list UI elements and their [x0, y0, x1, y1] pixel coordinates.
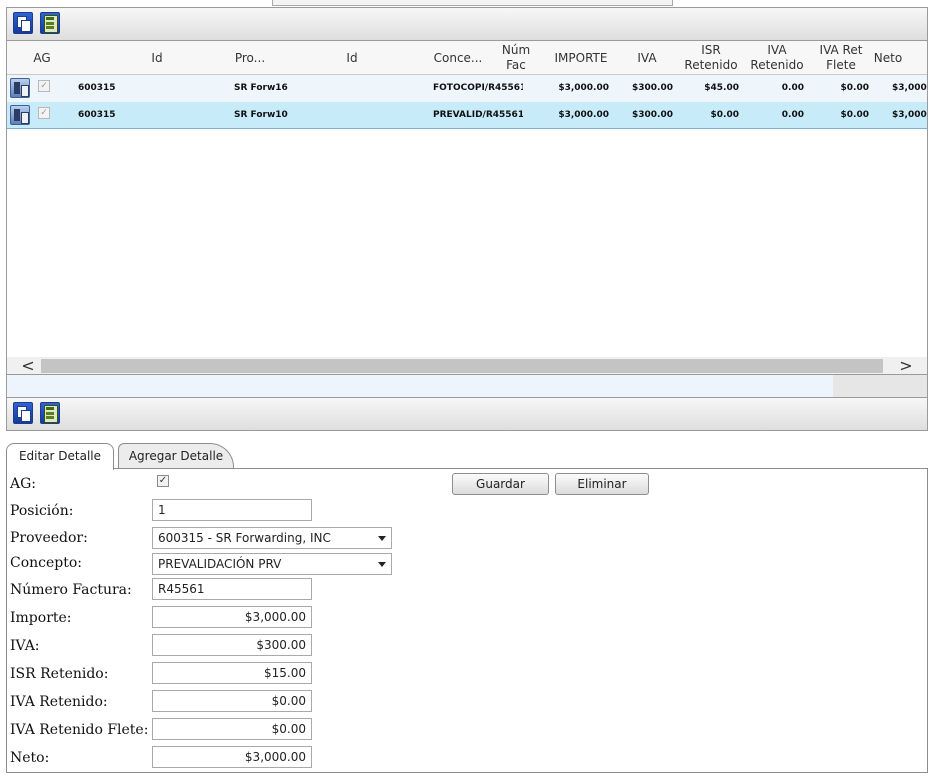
concepto-select-value: PREVALIDACIÓN PRV: [158, 557, 282, 571]
iva-retenido-flete-label: IVA Retenido Flete:: [10, 722, 149, 738]
cell-iva: $300.00: [632, 110, 673, 120]
cell-proveedor: SR Forw16: [234, 83, 288, 93]
copy-icon[interactable]: [13, 12, 33, 34]
col-header-isr-retenido[interactable]: ISR Retenido: [681, 41, 741, 75]
importe-label: Importe:: [10, 610, 72, 626]
eliminar-button[interactable]: Eliminar: [555, 473, 649, 495]
table-row[interactable]: ✓ 600315 SR Forw16 FOTOCOPI/R45561 $3,00…: [7, 75, 927, 102]
scrollbar-thumb[interactable]: [41, 359, 883, 373]
isr-retenido-label: ISR Retenido:: [10, 666, 109, 682]
col-header-iva-ret-flete[interactable]: IVA Ret Flete: [813, 41, 869, 75]
iva-retenido-field[interactable]: $0.00: [152, 690, 312, 712]
copy-icon[interactable]: [13, 402, 33, 424]
calculator-icon[interactable]: [40, 402, 60, 424]
iva-label: IVA:: [10, 638, 40, 654]
col-header-id[interactable]: Id: [127, 41, 187, 75]
scroll-left-icon[interactable]: <: [17, 357, 39, 375]
cell-id: 600315: [78, 110, 116, 120]
cell-concepto: FOTOCOPI/R45561: [433, 83, 523, 93]
tab-editar-detalle[interactable]: Editar Detalle: [6, 443, 114, 470]
concepto-label: Concepto:: [10, 555, 83, 571]
numero-factura-field[interactable]: R45561: [152, 578, 312, 600]
cell-id: 600315: [78, 83, 116, 93]
grid-toolbar-top: [6, 7, 928, 41]
col-header-ag[interactable]: AG: [21, 41, 63, 75]
vehicle-detail-icon[interactable]: [10, 105, 30, 125]
grid-footer-strip: [6, 375, 928, 397]
proveedor-select[interactable]: 600315 - SR Forwarding, INC: [152, 527, 392, 549]
importe-field[interactable]: $3,000.00: [152, 606, 312, 628]
tab-agregar-detalle[interactable]: Agregar Detalle: [118, 443, 234, 469]
grid-header: AG Id Pro... Id Conce... Núm Fac IMPORTE…: [7, 41, 927, 75]
iva-retenido-flete-field[interactable]: $0.00: [152, 718, 312, 740]
chevron-down-icon: [378, 536, 386, 541]
detail-tabs: Editar Detalle Agregar Detalle: [6, 443, 928, 470]
proveedor-label: Proveedor:: [10, 530, 88, 546]
cell-iva-ret-flete: $0.00: [840, 83, 869, 93]
guardar-button[interactable]: Guardar: [452, 473, 549, 495]
numero-factura-label: Número Factura:: [10, 582, 132, 598]
cell-iva-ret-flete: $0.00: [840, 110, 869, 120]
ag-checkbox[interactable]: ✓: [38, 80, 50, 92]
chevron-down-icon: [378, 562, 386, 567]
cell-proveedor: SR Forw10: [234, 110, 288, 120]
detail-grid: AG Id Pro... Id Conce... Núm Fac IMPORTE…: [6, 41, 928, 375]
cell-importe: $3,000.00: [558, 83, 609, 93]
cell-iva: $300.00: [632, 83, 673, 93]
calculator-icon[interactable]: [40, 12, 60, 34]
cell-iva-retenido: 0.00: [781, 110, 804, 120]
cell-isr-retenido: $45.00: [704, 83, 739, 93]
col-header-proveedor[interactable]: Pro...: [217, 41, 283, 75]
iva-field[interactable]: $300.00: [152, 634, 312, 656]
table-row-selected[interactable]: ✓ 600315 SR Forw10 PREVALID/R45561 $3,00…: [7, 102, 927, 129]
cell-neto: $3,000.0: [892, 110, 927, 120]
iva-retenido-label: IVA Retenido:: [10, 694, 108, 710]
proveedor-select-value: 600315 - SR Forwarding, INC: [158, 531, 331, 545]
col-header-importe[interactable]: IMPORTE: [545, 41, 617, 75]
neto-field[interactable]: $3,000.00: [152, 746, 312, 768]
cell-isr-retenido: $0.00: [710, 110, 739, 120]
ag-checkbox-field[interactable]: ✓: [157, 475, 169, 487]
scroll-right-icon[interactable]: >: [895, 357, 917, 375]
horizontal-scrollbar[interactable]: < >: [7, 357, 927, 375]
neto-label: Neto:: [10, 750, 50, 766]
cell-neto: $3,000.0: [892, 83, 927, 93]
cell-importe: $3,000.00: [558, 110, 609, 120]
ag-label: AG:: [10, 476, 37, 492]
isr-retenido-field[interactable]: $15.00: [152, 662, 312, 684]
col-header-iva-retenido[interactable]: IVA Retenido: [747, 41, 807, 75]
concepto-select[interactable]: PREVALIDACIÓN PRV: [152, 553, 392, 575]
posicion-field[interactable]: 1: [152, 499, 312, 521]
grid-toolbar-bottom: [6, 397, 928, 431]
vehicle-detail-icon[interactable]: [10, 78, 30, 98]
posicion-label: Posición:: [10, 503, 74, 519]
edit-detail-panel: AG: ✓ Guardar Eliminar Posición: 1 Prove…: [6, 468, 928, 773]
col-header-num-fac[interactable]: Núm Fac: [495, 41, 537, 75]
cell-concepto: PREVALID/R45561: [433, 110, 523, 120]
col-header-concepto[interactable]: Conce...: [425, 41, 491, 75]
footer-strip-gray: [833, 375, 927, 397]
col-header-neto[interactable]: Neto: [869, 41, 907, 75]
ag-checkbox[interactable]: ✓: [38, 107, 50, 119]
cell-iva-retenido: 0.00: [781, 83, 804, 93]
col-header-iva[interactable]: IVA: [625, 41, 669, 75]
col-header-id-2[interactable]: Id: [322, 41, 382, 75]
dropdown-fragment[interactable]: [272, 0, 673, 6]
